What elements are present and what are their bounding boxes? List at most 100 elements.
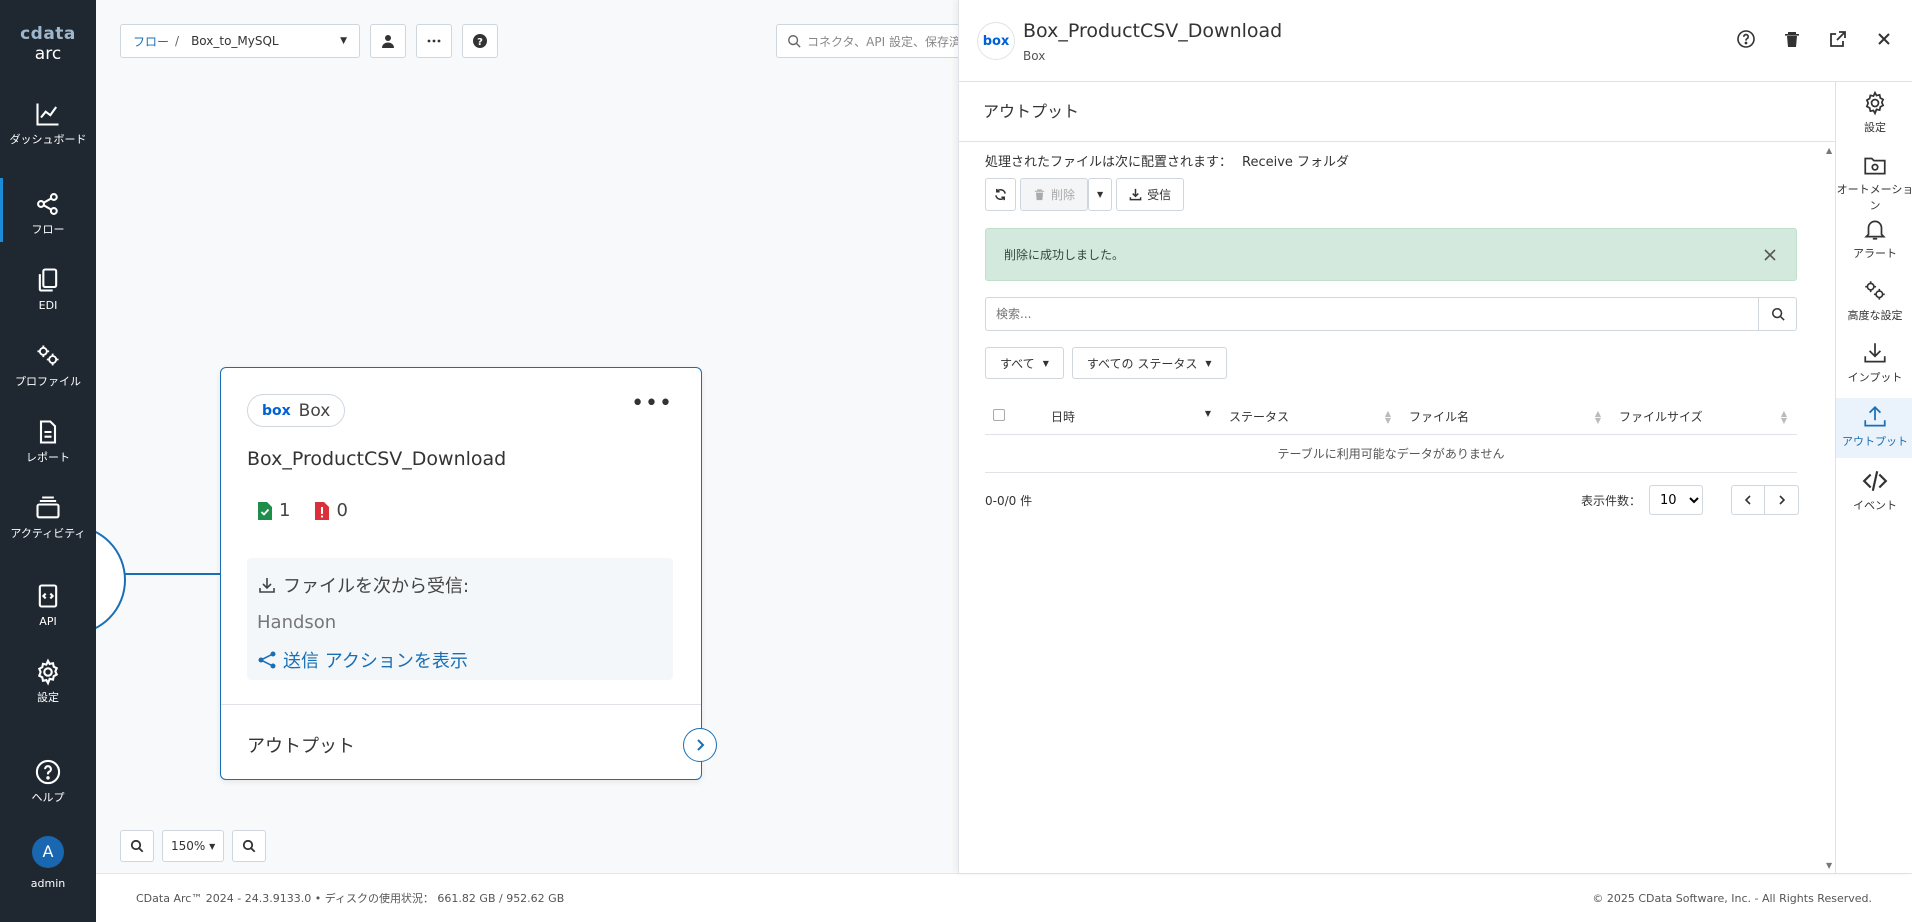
search-button[interactable] [1758,298,1796,330]
output-location: 処理されたファイルは次に配置されます： Receive フォルダ [985,151,1349,170]
nav-label: 設定 [37,691,59,704]
nav-item-report[interactable]: レポート [0,418,96,464]
scroll-down-icon[interactable]: ▼ [1826,861,1832,870]
trash-icon[interactable] [1781,28,1803,50]
zoom-in-button[interactable] [120,830,154,862]
delete-dropdown-toggle[interactable]: ▼ [1088,178,1113,211]
tab-alerts[interactable]: アラート [1836,216,1912,261]
tab-automation[interactable]: オートメーション [1836,152,1912,213]
nav-item-dashboard[interactable]: ダッシュボード [0,100,96,146]
panel-tab-rail: 設定 オートメーション アラート 高度な設定 インプット アウトプット イベント [1835,82,1912,873]
canvas-search-input[interactable]: コネクタ、API 設定、保存済み [776,24,958,58]
zoom-level: 150% [171,839,206,853]
zoom-controls: 150% ▼ [120,830,267,862]
zoom-in-icon [130,839,144,853]
help-icon: ? [473,34,487,48]
close-icon[interactable] [1762,247,1778,263]
help-button[interactable]: ? [462,24,498,58]
flow-selector[interactable]: フロー / Box_to_MySQL ▼ [120,24,360,58]
caret-down-icon: ▼ [1205,358,1212,368]
nav-item-help[interactable]: ヘルプ [0,758,96,804]
send-action-link[interactable]: 送信 アクションを表示 [257,647,663,673]
column-label: 日時 [1051,410,1076,425]
search-icon [1771,307,1785,321]
sort-icon: ▲ ▼ [1780,409,1787,425]
nav-user[interactable]: A admin [0,836,96,890]
connector-node[interactable]: box Box ••• Box_ProductCSV_Download 1 0 … [220,367,717,780]
nav-label: EDI [38,299,58,312]
nav-item-edi[interactable]: EDI [0,266,96,312]
box-logo: box [977,22,1015,60]
refresh-button[interactable] [985,178,1016,211]
tab-settings[interactable]: 設定 [1836,90,1912,135]
tab-output[interactable]: アウトプット [1836,398,1912,458]
nav-label: ダッシュボード [9,133,87,146]
node-output-label: アウトプット [247,736,355,757]
file-check-icon [258,501,272,520]
alert-message: 削除に成功しました。 [1004,248,1125,262]
zoom-level-select[interactable]: 150% ▼ [162,830,225,862]
status-filter-dropdown[interactable]: すべての ステータス ▼ [1071,347,1227,379]
nav-item-profile[interactable]: プロファイル [0,342,96,388]
external-link-icon[interactable] [1827,28,1849,50]
copyright: © 2025 CData Software, Inc. - All Rights… [1592,891,1872,905]
chevron-left-icon [1744,495,1751,505]
panel-scrollbar[interactable]: ▲ ▼ [1825,146,1835,870]
scope-filter-dropdown[interactable]: すべて ▼ [985,347,1064,379]
more-button[interactable] [416,24,452,58]
delete-button[interactable]: 削除 [1020,178,1089,211]
column-header-filesize[interactable]: ファイルサイズ ▲ ▼ [1611,400,1797,435]
refresh-icon [995,188,1006,201]
search-icon [788,35,801,48]
avatar: A [32,836,64,868]
breadcrumb-root[interactable]: フロー [133,33,169,50]
nav-item-flow[interactable]: フロー [0,178,96,242]
prev-page-button[interactable] [1731,485,1765,515]
section-title: アウトプット [983,102,1080,121]
column-header-datetime[interactable]: 日時 ▼ [1043,400,1221,435]
column-header-status[interactable]: ステータス ▲ ▼ [1221,400,1401,435]
caret-down-icon: ▼ [340,36,347,46]
output-search-input[interactable] [986,298,1758,330]
gears-icon [37,345,59,366]
receive-info: ファイルを次から受信: Handson 送信 アクションを表示 [247,558,673,680]
nav-item-api[interactable]: API [0,582,96,628]
upstream-node-port[interactable] [96,525,126,635]
user-button[interactable] [370,24,406,58]
gear-icon [1865,90,1885,116]
node-menu-button[interactable]: ••• [631,393,673,415]
node-output-port[interactable] [683,728,717,762]
nav-label: プロファイル [15,375,81,388]
receive-label: ファイルを次から受信: [283,576,470,597]
brand-line2: arc [34,44,62,64]
left-nav: cdata arc ダッシュボード フロー EDI プロファイル レポート アク… [0,0,96,922]
version-info: CData Arc™ 2024 - 24.3.9133.0 • ディスクの使用状… [136,892,565,905]
flow-canvas[interactable]: フロー / Box_to_MySQL ▼ ? コネクタ、API 設定、保存済み … [96,0,958,873]
select-all-checkbox[interactable] [993,409,1005,422]
tab-input[interactable]: インプット [1836,340,1912,385]
delete-label: 削除 [1051,188,1076,202]
panel-header-actions [1735,28,1895,50]
zoom-out-button[interactable] [232,830,267,862]
column-label: ファイルサイズ [1619,410,1703,425]
cdata-arc-logo[interactable]: cdata arc [0,26,96,63]
help-circle-icon[interactable] [1735,28,1757,50]
error-count[interactable]: 0 [314,500,348,521]
column-header-filename[interactable]: ファイル名 ▲ ▼ [1401,400,1611,435]
connection-line [125,573,221,575]
nav-item-activity[interactable]: アクティビティ [0,494,96,540]
receive-button[interactable]: 受信 [1116,178,1185,211]
scroll-up-icon[interactable]: ▲ [1826,146,1832,155]
next-page-button[interactable] [1765,485,1799,515]
nav-item-settings[interactable]: 設定 [0,658,96,704]
success-count[interactable]: 1 [257,500,290,521]
documents-icon [38,268,58,292]
node-title: Box_ProductCSV_Download [247,448,507,470]
close-icon[interactable] [1873,28,1895,50]
tab-events[interactable]: イベント [1836,468,1912,513]
tab-advanced[interactable]: 高度な設定 [1836,278,1912,323]
zoom-out-icon [243,839,256,853]
page-size-select[interactable]: 10 [1649,485,1704,515]
svg-text:?: ? [477,37,483,48]
panel-subtitle: Box [1023,49,1046,63]
